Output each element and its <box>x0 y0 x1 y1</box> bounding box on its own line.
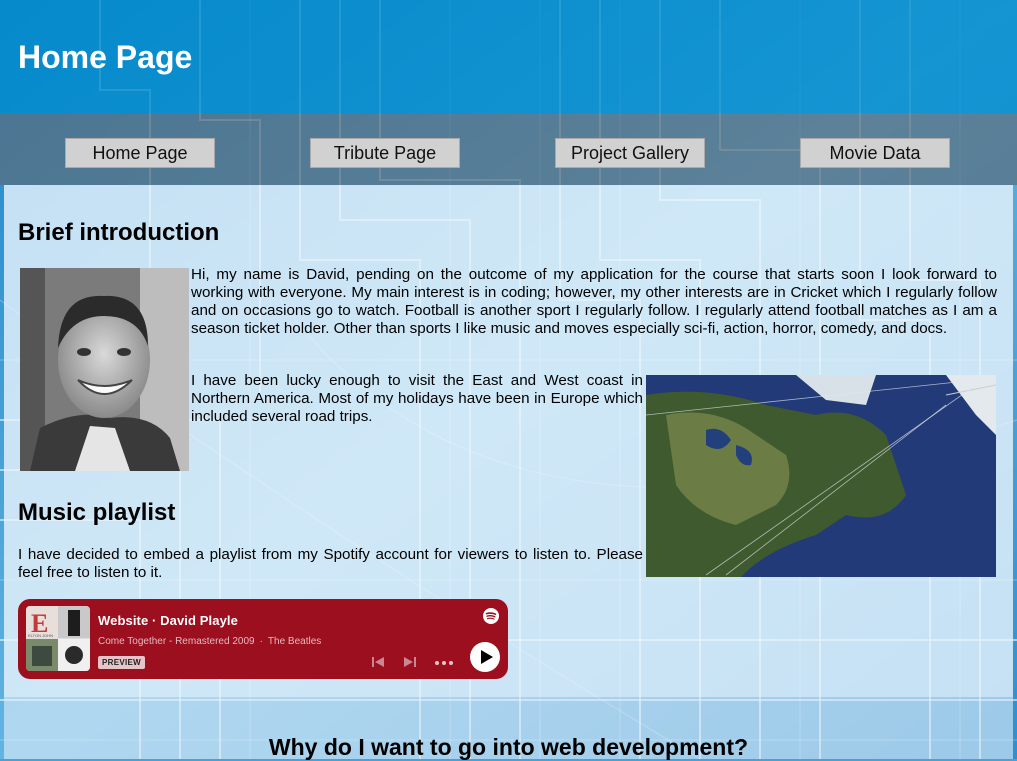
album-cover-collage: E ELTON JOHN <box>26 606 90 671</box>
artist-name[interactable]: The Beatles <box>268 636 321 647</box>
more-icon[interactable] <box>434 660 454 666</box>
intro-paragraph-1: Hi, my name is David, pending on the out… <box>191 266 997 337</box>
intro-heading: Brief introduction <box>18 219 220 246</box>
spotify-icon[interactable] <box>483 608 499 624</box>
nav-tribute-page-button[interactable]: Tribute Page <box>310 138 460 168</box>
playlist-title[interactable]: Website · David Playle <box>98 613 238 628</box>
spotify-player[interactable]: E ELTON JOHN Website · David Playle Come… <box>18 599 508 679</box>
page-title: Home Page <box>18 39 193 75</box>
why-heading: Why do I want to go into web development… <box>268 734 749 760</box>
portrait-photo <box>20 268 189 471</box>
nav-home-page-button[interactable]: Home Page <box>65 138 215 168</box>
music-heading: Music playlist <box>18 499 176 526</box>
play-icon[interactable] <box>470 642 500 672</box>
site-header: Home Page <box>0 0 1017 113</box>
nav-project-gallery-button[interactable]: Project Gallery <box>555 138 705 168</box>
previous-icon[interactable] <box>371 655 385 669</box>
nav-bar: Home Page Tribute Page Project Gallery M… <box>0 113 1017 185</box>
cover-subtext: ELTON JOHN <box>28 633 53 638</box>
intro-paragraph-2: I have been lucky enough to visit the Ea… <box>191 372 643 425</box>
music-paragraph: I have decided to embed a playlist from … <box>18 546 643 581</box>
world-map-image <box>646 375 996 577</box>
next-icon[interactable] <box>403 655 417 669</box>
preview-badge: PREVIEW <box>98 656 145 669</box>
track-name[interactable]: Come Together - Remastered 2009 <box>98 636 255 647</box>
track-info: Come Together - Remastered 2009 · The Beat… <box>98 636 322 647</box>
nav-movie-data-button[interactable]: Movie Data <box>800 138 950 168</box>
